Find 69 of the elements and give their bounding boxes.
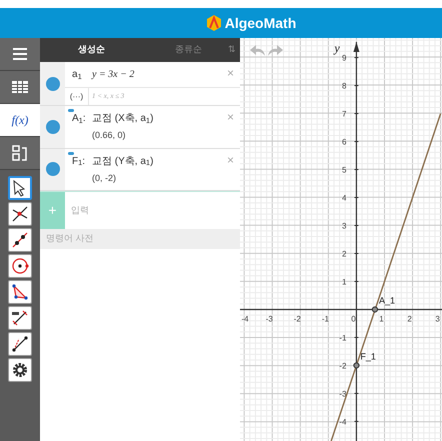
circle-icon [11,257,29,275]
tick-label: -2 [339,361,346,370]
tick-label: 0 [351,314,356,324]
tool-button[interactable] [8,332,32,356]
tool-button[interactable] [8,202,32,226]
object-name: a$_{1}$ [72,68,83,82]
condition-button[interactable]: (···) [65,88,89,105]
tool-button[interactable] [8,306,32,330]
table-icon [12,81,28,93]
command-dictionary-button[interactable]: 명령어 사전 [40,229,240,249]
tick-label: 1 [379,314,384,324]
point-marker[interactable] [372,306,378,313]
settings-icon [11,361,29,379]
logo-icon [206,15,222,31]
object-value: (0, -2) [92,172,118,185]
tick-label: 9 [342,54,346,63]
sidebar-tab[interactable]: f(x) [0,104,40,137]
layout-icon [12,145,28,161]
object-name: A$_{1}$: [72,112,87,126]
tick-label: -4 [339,417,346,426]
sidebar-tab[interactable] [0,137,40,170]
tick-label: -3 [339,389,346,398]
close-button[interactable]: × [226,154,234,166]
menu-icon [13,48,27,60]
ruler-icon [11,309,29,327]
intersect-icon [11,205,29,223]
tick-label: 2 [342,250,346,258]
tick-label: -2 [294,314,301,324]
tick-label: 4 [342,194,346,203]
axis-label: y [334,41,340,55]
line-icon [11,231,29,249]
tick-label: -1 [322,314,329,324]
label-visible-icon[interactable] [68,109,74,112]
tool-button[interactable] [8,176,32,200]
sort-tab[interactable]: 생성순 [78,38,105,62]
tool-button[interactable] [8,228,32,252]
tool-button[interactable] [8,280,32,304]
point-marker[interactable] [353,362,360,369]
sidebar-tab[interactable] [0,38,40,71]
function-line[interactable] [330,113,442,441]
tool-button[interactable] [8,358,32,382]
tick-label: 3 [435,314,440,324]
tick-label: 8 [342,82,346,91]
object-value: (0.66, 0) [92,129,127,142]
object-definition[interactable]: 교점 (Y축, a$_{1}$) [92,154,227,168]
point-label: F_1 [360,351,376,362]
close-button[interactable]: × [226,111,234,123]
sort-button[interactable]: ⇅ [228,43,236,57]
tick-label: 3 [342,222,346,230]
tick-label: 2 [407,314,412,324]
tick-label: 7 [342,110,346,119]
input-field[interactable]: 입력 [65,192,240,229]
tick-label: -1 [339,333,346,342]
tick-label: -4 [241,314,249,324]
close-button[interactable]: × [226,67,234,79]
tick-label: 1 [342,277,346,286]
logo-text: AlgeoMath [224,14,296,33]
sort-tab[interactable]: 종류순 [175,38,202,62]
tick-label: 6 [342,138,346,147]
sidebar-tab[interactable] [0,71,40,104]
object-definition[interactable]: 교점 (X축, a$_{1}$) [92,111,227,126]
tick-label: -3 [266,314,273,324]
point-label: A_1 [378,295,395,306]
object-name: F$_{1}$: [72,154,86,168]
tick-label: 5 [342,166,346,175]
object-definition[interactable]: y = 3x − 2 [92,67,227,82]
angle-icon [11,335,29,353]
label-visible-icon[interactable] [68,152,74,154]
triangle-icon [11,283,29,301]
